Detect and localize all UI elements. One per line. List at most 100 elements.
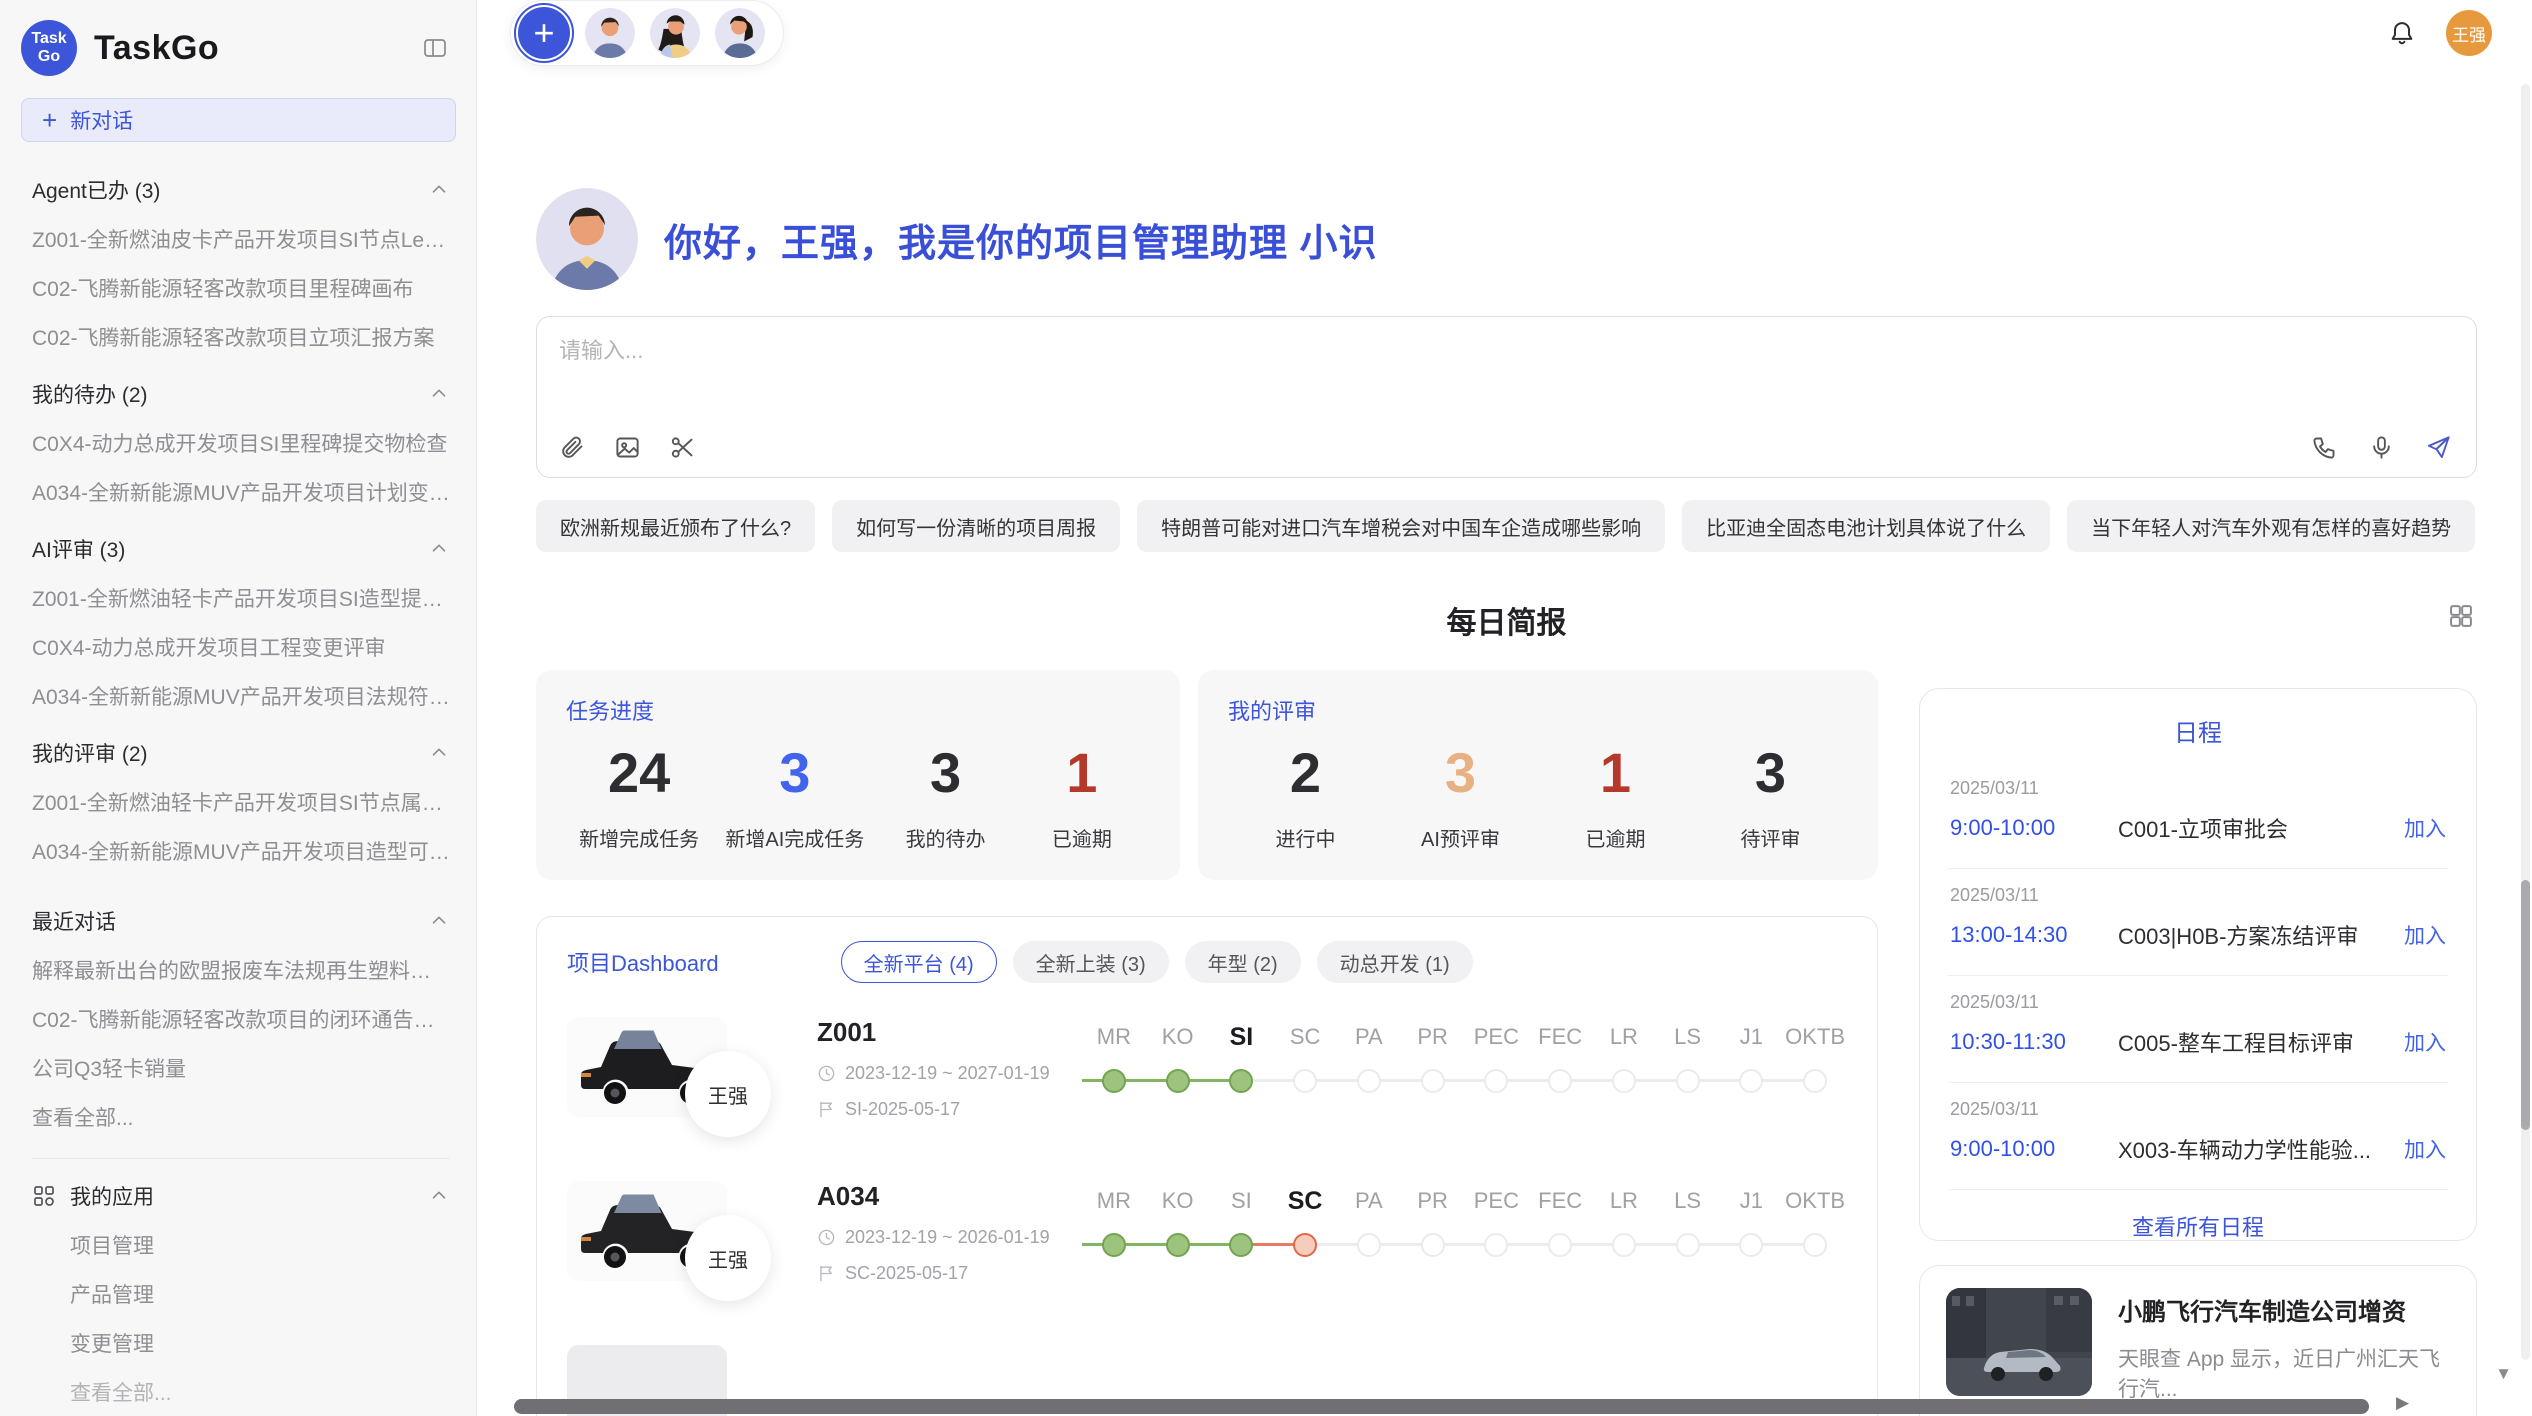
section-header-ai-review[interactable]: AI评审 (3) <box>32 534 450 564</box>
phone-icon[interactable] <box>2311 434 2338 461</box>
send-icon[interactable] <box>2425 434 2452 461</box>
milestone-dot <box>1676 1233 1700 1257</box>
dashboard-filter-tab[interactable]: 全新平台 (4) <box>841 941 997 983</box>
sidebar-item[interactable]: A034-全新新能源MUV产品开发项目造型可行性评审 <box>32 836 450 866</box>
composer <box>536 316 2477 478</box>
stat-label: AI预评审 <box>1406 823 1516 852</box>
chevron-up-icon <box>428 742 450 764</box>
composer-input[interactable] <box>559 333 2454 417</box>
project-row-a034[interactable]: 王强 A034 2023-12-19 ~ 2026-01-19 <box>567 1181 1847 1311</box>
scissors-icon[interactable] <box>669 434 696 461</box>
sidebar-app-item[interactable]: 产品管理 <box>70 1279 450 1309</box>
milestone-FEC: FEC <box>1528 1021 1592 1147</box>
join-meeting-link[interactable]: 加入 <box>2404 1027 2446 1057</box>
layout-grid-icon[interactable] <box>2447 602 2475 635</box>
chevron-up-icon <box>428 910 450 932</box>
sidebar-app-item[interactable]: 项目管理 <box>70 1230 450 1260</box>
milestone-PEC: PEC <box>1465 1021 1529 1147</box>
sidebar-item[interactable]: C02-飞腾新能源轻客改款项目立项汇报方案 <box>32 322 450 352</box>
view-all-schedule-link[interactable]: 查看所有日程 <box>1920 1210 2476 1242</box>
my-apps-header[interactable]: 我的应用 <box>32 1181 450 1211</box>
agent-avatar-2[interactable] <box>650 8 700 58</box>
scroll-down-arrow-icon[interactable]: ▼ <box>2495 1364 2512 1384</box>
schedule-date: 2025/03/11 <box>1950 885 2446 906</box>
project-owner-badge: 王强 <box>685 1215 771 1301</box>
app-logo: Task Go <box>21 20 77 76</box>
agent-avatar-1[interactable] <box>585 8 635 58</box>
sidebar-item[interactable]: Z001-全新燃油皮卡产品开发项目SI节点Lesson Learn报告 <box>32 224 450 254</box>
project-owner-badge: 王强 <box>685 1051 771 1137</box>
suggestion-chip[interactable]: 如何写一份清晰的项目周报 <box>832 500 1120 552</box>
horizontal-scrollbar-thumb[interactable] <box>514 1399 2369 1414</box>
section-header-my-review[interactable]: 我的评审 (2) <box>32 738 450 768</box>
sidebar-item[interactable]: C02-飞腾新能源轻客改款项目的闭环通告反馈情况 <box>32 1004 450 1034</box>
notification-bell-icon[interactable] <box>2388 19 2416 47</box>
project-row-z001[interactable]: 王强 Z001 2023-12-19 ~ 2027-01-19 <box>567 1017 1847 1147</box>
stat-item: 3 新增AI完成任务 <box>725 740 864 852</box>
sidebar-item[interactable]: C02-飞腾新能源轻客改款项目里程碑画布 <box>32 273 450 303</box>
dashboard-filter-tab[interactable]: 年型 (2) <box>1185 941 1301 983</box>
collapse-sidebar-icon[interactable] <box>422 35 448 61</box>
greeting-text: 你好，王强，我是你的项目管理助理 小识 <box>664 212 1378 267</box>
sidebar-app-item[interactable]: 查看全部... <box>70 1377 450 1407</box>
schedule-item: 2025/03/11 9:00-10:00 C001-立项审批会 加入 <box>1948 762 2448 869</box>
stat-item: 1 已逾期 <box>1561 740 1671 852</box>
milestone-dot <box>1803 1233 1827 1257</box>
sidebar-item[interactable]: C0X4-动力总成开发项目SI里程碑提交物检查 <box>32 428 450 458</box>
news-card[interactable]: 小鹏飞行汽车制造公司增资 天眼查 App 显示，近日广州汇天飞行汽... <box>1919 1265 2477 1416</box>
microphone-icon[interactable] <box>2368 434 2395 461</box>
sidebar-item[interactable]: Z001-全新燃油轻卡产品开发项目SI造型提交物评审 <box>32 583 450 613</box>
scroll-right-arrow-icon[interactable]: ▶ <box>2396 1393 2409 1413</box>
sidebar-item[interactable]: 解释最新出台的欧盟报废车法规再生塑料比例被调至15%... <box>32 955 450 985</box>
milestone-LS: LS <box>1656 1021 1720 1147</box>
flag-icon <box>817 1100 836 1119</box>
schedule-title: C001-立项审批会 <box>2118 812 2404 844</box>
section-title: 我的评审 (2) <box>32 738 148 768</box>
milestone-dot <box>1612 1069 1636 1093</box>
join-meeting-link[interactable]: 加入 <box>2404 920 2446 950</box>
clock-icon <box>817 1228 836 1247</box>
dashboard-filter-tab[interactable]: 动总开发 (1) <box>1317 941 1473 983</box>
suggestion-chip[interactable]: 当下年轻人对汽车外观有怎样的喜好趋势 <box>2067 500 2475 552</box>
sidebar-app-item[interactable]: 变更管理 <box>70 1328 450 1358</box>
stat-label: 新增完成任务 <box>579 823 699 852</box>
add-agent-button[interactable]: + <box>518 7 570 59</box>
sidebar-item[interactable]: Z001-全新燃油轻卡产品开发项目SI节点属性5D文件评审 <box>32 787 450 817</box>
section-title: 最近对话 <box>32 906 116 936</box>
suggestion-chip[interactable]: 欧洲新规最近颁布了什么? <box>536 500 815 552</box>
agent-avatar-3[interactable] <box>715 8 765 58</box>
chevron-up-icon <box>428 383 450 405</box>
stat-value: 1 <box>1027 740 1137 805</box>
section-header-my-todo[interactable]: 我的待办 (2) <box>32 379 450 409</box>
user-avatar[interactable]: 王强 <box>2446 10 2492 56</box>
new-chat-button[interactable]: + 新对话 <box>21 98 456 142</box>
suggestion-chip[interactable]: 特朗普可能对进口汽车增税会对中国车企造成哪些影响 <box>1137 500 1665 552</box>
sidebar-item[interactable]: C0X4-动力总成开发项目工程变更评审 <box>32 632 450 662</box>
milestone-dot <box>1357 1233 1381 1257</box>
section-header-recent-chats[interactable]: 最近对话 <box>32 906 450 936</box>
section-header-agent-done[interactable]: Agent已办 (3) <box>32 175 450 205</box>
project-flag-date: SC-2025-05-17 <box>845 1263 968 1284</box>
milestone-dot <box>1484 1069 1508 1093</box>
vertical-scrollbar-thumb[interactable] <box>2521 880 2530 1130</box>
daily-briefing-title: 每日简报 <box>1447 607 1567 640</box>
project-flag-date: SI-2025-05-17 <box>845 1099 960 1120</box>
task-progress-title: 任务进度 <box>566 694 1150 726</box>
dashboard-filter-tab[interactable]: 全新上装 (3) <box>1013 941 1169 983</box>
vertical-scrollbar-track[interactable] <box>2521 84 2530 1360</box>
sidebar-item[interactable]: A034-全新新能源MUV产品开发项目计划变更表编写 <box>32 477 450 507</box>
chevron-up-icon <box>428 538 450 560</box>
project-dashboard-title: 项目Dashboard <box>567 946 719 978</box>
milestone-dot <box>1803 1069 1827 1093</box>
sidebar-item[interactable]: 公司Q3轻卡销量 <box>32 1053 450 1083</box>
join-meeting-link[interactable]: 加入 <box>2404 1134 2446 1164</box>
sidebar-item[interactable]: 查看全部... <box>32 1102 450 1132</box>
schedule-date: 2025/03/11 <box>1950 992 2446 1013</box>
join-meeting-link[interactable]: 加入 <box>2404 813 2446 843</box>
sidebar-item[interactable]: A034-全新新能源MUV产品开发项目法规符合性评审 <box>32 681 450 711</box>
suggestion-chip[interactable]: 比亚迪全固态电池计划具体说了什么 <box>1682 500 2050 552</box>
news-title: 小鹏飞行汽车制造公司增资 <box>2118 1292 2450 1327</box>
attachment-icon[interactable] <box>559 434 586 461</box>
image-icon[interactable] <box>614 434 641 461</box>
milestone-dot <box>1548 1233 1572 1257</box>
